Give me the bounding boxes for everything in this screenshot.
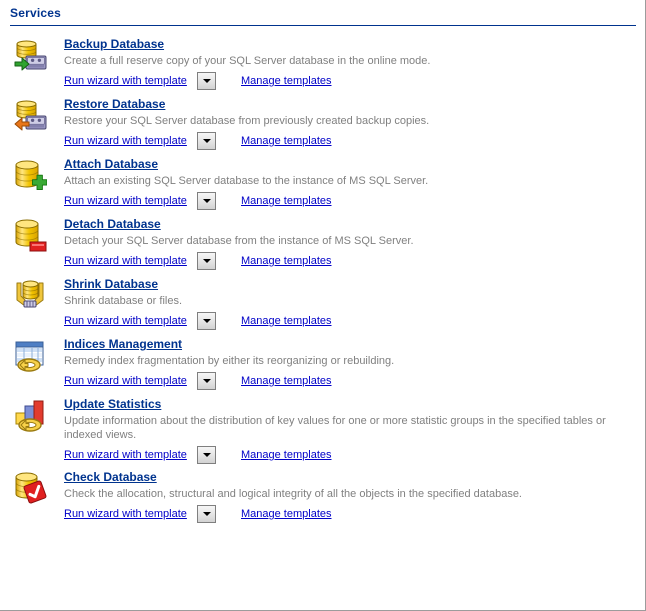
service-item-shrink-database: Shrink Database Shrink database or files… [0, 273, 646, 333]
service-body: Backup Database Create a full reserve co… [64, 33, 646, 92]
manage-templates-link[interactable]: Manage templates [241, 195, 332, 207]
run-wizard-with-template-link[interactable]: Run wizard with template [64, 508, 187, 520]
header-divider [10, 25, 636, 26]
run-wizard-with-template-link[interactable]: Run wizard with template [64, 135, 187, 147]
database-remove-icon [13, 219, 47, 253]
service-body: Restore Database Restore your SQL Server… [64, 93, 646, 152]
service-body: Attach Database Attach an existing SQL S… [64, 153, 646, 212]
service-actions: Run wizard with template Manage template… [64, 372, 638, 392]
service-actions: Run wizard with template Manage template… [64, 72, 638, 92]
manage-templates-link[interactable]: Manage templates [241, 135, 332, 147]
service-actions: Run wizard with template Manage template… [64, 192, 638, 212]
page-title: Services [10, 6, 61, 20]
chevron-down-icon [202, 259, 211, 263]
service-item-indices-management: Indices Management Remedy index fragment… [0, 333, 646, 393]
run-wizard-with-template-link[interactable]: Run wizard with template [64, 315, 187, 327]
chevron-down-icon [202, 453, 211, 457]
service-title-link-check-database[interactable]: Check Database [64, 470, 157, 485]
section-header: Services [10, 6, 636, 28]
template-dropdown-button[interactable] [197, 72, 216, 90]
service-item-check-database: Check Database Check the allocation, str… [0, 466, 646, 526]
service-title-link-restore-database[interactable]: Restore Database [64, 97, 165, 112]
template-dropdown-button[interactable] [197, 312, 216, 330]
manage-templates-link[interactable]: Manage templates [241, 315, 332, 327]
service-title-link-shrink-database[interactable]: Shrink Database [64, 277, 158, 292]
service-title-link-attach-database[interactable]: Attach Database [64, 157, 158, 172]
chevron-down-icon [202, 79, 211, 83]
service-body: Update Statistics Update information abo… [64, 393, 646, 466]
run-wizard-with-template-link[interactable]: Run wizard with template [64, 195, 187, 207]
service-item-update-statistics: Update Statistics Update information abo… [0, 393, 646, 466]
manage-templates-link[interactable]: Manage templates [241, 375, 332, 387]
manage-templates-link[interactable]: Manage templates [241, 75, 332, 87]
run-wizard-with-template-link[interactable]: Run wizard with template [64, 255, 187, 267]
run-wizard-with-template-link[interactable]: Run wizard with template [64, 375, 187, 387]
service-item-attach-database: Attach Database Attach an existing SQL S… [0, 153, 646, 213]
manage-templates-link[interactable]: Manage templates [241, 449, 332, 461]
service-description: Create a full reserve copy of your SQL S… [64, 55, 431, 67]
template-dropdown-button[interactable] [197, 252, 216, 270]
template-dropdown-button[interactable] [197, 192, 216, 210]
database-add-icon [13, 159, 47, 193]
service-description: Check the allocation, structural and log… [64, 488, 522, 500]
service-item-restore-database: Restore Database Restore your SQL Server… [0, 93, 646, 153]
service-actions: Run wizard with template Manage template… [64, 132, 638, 152]
chevron-down-icon [202, 139, 211, 143]
service-body: Indices Management Remedy index fragment… [64, 333, 646, 392]
manage-templates-link[interactable]: Manage templates [241, 255, 332, 267]
chevron-down-icon [202, 319, 211, 323]
service-actions: Run wizard with template Manage template… [64, 446, 638, 466]
services-list: Backup Database Create a full reserve co… [0, 33, 646, 526]
template-dropdown-button[interactable] [197, 372, 216, 390]
database-check-icon [13, 472, 47, 506]
manage-templates-link[interactable]: Manage templates [241, 508, 332, 520]
chevron-down-icon [202, 379, 211, 383]
service-description: Attach an existing SQL Server database t… [64, 175, 429, 187]
service-title-link-detach-database[interactable]: Detach Database [64, 217, 161, 232]
service-title-link-backup-database[interactable]: Backup Database [64, 37, 164, 52]
service-title-link-indices-management[interactable]: Indices Management [64, 337, 182, 352]
bar-chart-index-icon [13, 399, 47, 433]
service-actions: Run wizard with template Manage template… [64, 505, 638, 525]
run-wizard-with-template-link[interactable]: Run wizard with template [64, 449, 187, 461]
database-shrink-icon [13, 279, 47, 313]
service-item-backup-database: Backup Database Create a full reserve co… [0, 33, 646, 93]
service-description: Update information about the distributio… [64, 415, 606, 441]
service-actions: Run wizard with template Manage template… [64, 252, 638, 272]
service-item-detach-database: Detach Database Detach your SQL Server d… [0, 213, 646, 273]
run-wizard-with-template-link[interactable]: Run wizard with template [64, 75, 187, 87]
service-body: Check Database Check the allocation, str… [64, 466, 646, 525]
services-page: Services Backup Database Create a full r… [0, 0, 646, 611]
template-dropdown-button[interactable] [197, 505, 216, 523]
service-title-link-update-statistics[interactable]: Update Statistics [64, 397, 161, 412]
service-description: Detach your SQL Server database from the… [64, 235, 414, 247]
service-body: Shrink Database Shrink database or files… [64, 273, 646, 332]
service-description: Shrink database or files. [64, 295, 183, 307]
database-restore-icon [13, 99, 47, 133]
service-body: Detach Database Detach your SQL Server d… [64, 213, 646, 272]
service-description: Remedy index fragmentation by either its… [64, 355, 395, 367]
service-actions: Run wizard with template Manage template… [64, 312, 638, 332]
database-backup-icon [13, 39, 47, 73]
chevron-down-icon [202, 512, 211, 516]
template-dropdown-button[interactable] [197, 132, 216, 150]
table-index-icon [13, 339, 47, 373]
chevron-down-icon [202, 199, 211, 203]
service-description: Restore your SQL Server database from pr… [64, 115, 430, 127]
template-dropdown-button[interactable] [197, 446, 216, 464]
